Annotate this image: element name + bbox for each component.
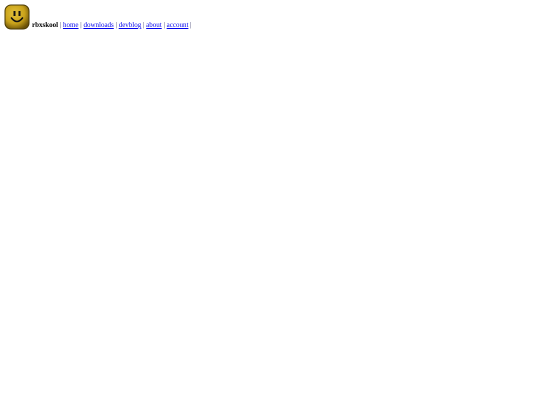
nav-separator: | bbox=[80, 21, 82, 29]
nav-separator: | bbox=[143, 21, 145, 29]
nav-separator: | bbox=[190, 21, 192, 29]
site-name: rbxskool bbox=[32, 21, 59, 29]
nav-separator: | bbox=[59, 21, 62, 29]
nav-link-account[interactable]: account bbox=[167, 21, 189, 29]
top-nav: rbxskool | home | downloads | devblog | … bbox=[32, 21, 192, 30]
nav-link-downloads[interactable]: downloads bbox=[83, 21, 113, 29]
smiley-face-logo-icon[interactable] bbox=[4, 4, 30, 30]
nav-link-devblog[interactable]: devblog bbox=[119, 21, 142, 29]
nav-separator: | bbox=[163, 21, 165, 29]
nav-link-about[interactable]: about bbox=[146, 21, 162, 29]
site-header: rbxskool | home | downloads | devblog | … bbox=[4, 4, 192, 30]
nav-link-home[interactable]: home bbox=[63, 21, 79, 29]
nav-separator: | bbox=[115, 21, 117, 29]
